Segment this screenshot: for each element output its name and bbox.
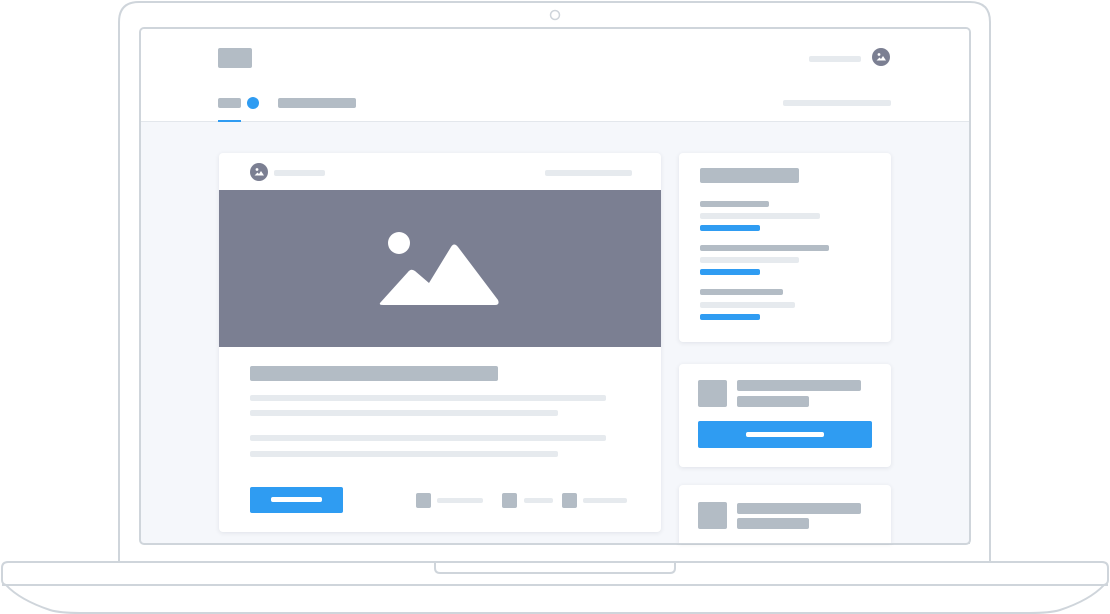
author-image-icon[interactable]: [250, 163, 268, 181]
header-right-link[interactable]: [783, 100, 891, 106]
link-item-heading: [700, 289, 783, 295]
mountain-image-icon: [379, 232, 499, 305]
profile-name-placeholder: [737, 380, 861, 391]
post-title-placeholder: [250, 366, 498, 381]
post-text-line-4: [250, 451, 558, 457]
active-tab-underline: [218, 120, 241, 122]
profile-subtitle-placeholder: [737, 396, 809, 407]
camera-icon: [549, 9, 561, 21]
link-item-heading: [700, 245, 829, 251]
action-icon[interactable]: [416, 493, 431, 508]
post-text-line-1: [250, 395, 606, 401]
tab-secondary[interactable]: [278, 98, 356, 108]
profile-card-2: [679, 485, 891, 543]
tab-home[interactable]: [218, 98, 241, 108]
link-item-heading: [700, 201, 769, 207]
active-tab-dot-icon: [247, 97, 259, 109]
links-card: [679, 153, 891, 342]
link-item-text: [700, 302, 795, 308]
profile-subtitle-placeholder: [737, 518, 809, 529]
screen-bottom-bezel: [141, 543, 970, 544]
action-label: [583, 498, 627, 503]
link-item-text: [700, 257, 799, 263]
action-icon[interactable]: [502, 493, 517, 508]
app-header: [141, 29, 969, 122]
link-item-link[interactable]: [700, 225, 760, 231]
links-card-title: [700, 168, 799, 183]
profile-thumbnail[interactable]: [698, 380, 727, 407]
post-primary-button-label: [271, 497, 322, 502]
link-item-text: [700, 213, 820, 219]
feed-card: [219, 153, 661, 532]
account-name-placeholder: [809, 56, 861, 62]
post-text-line-2: [250, 410, 558, 416]
post-primary-button[interactable]: [250, 487, 343, 513]
link-item-link[interactable]: [700, 269, 760, 275]
link-item-link[interactable]: [700, 314, 760, 320]
action-label: [524, 498, 553, 503]
profile-image-icon[interactable]: [872, 48, 890, 66]
logo-placeholder[interactable]: [218, 48, 252, 68]
profile-follow-button[interactable]: [698, 421, 872, 448]
profile-card: [679, 364, 891, 467]
action-label: [437, 498, 483, 503]
post-meta-placeholder: [545, 170, 632, 176]
profile-name-placeholder: [737, 503, 861, 514]
post-media[interactable]: [219, 190, 661, 347]
author-name-placeholder: [274, 170, 325, 176]
profile-thumbnail[interactable]: [698, 502, 727, 529]
post-text-line-3: [250, 435, 606, 441]
profile-follow-button-label: [746, 432, 824, 437]
action-icon[interactable]: [562, 493, 577, 508]
